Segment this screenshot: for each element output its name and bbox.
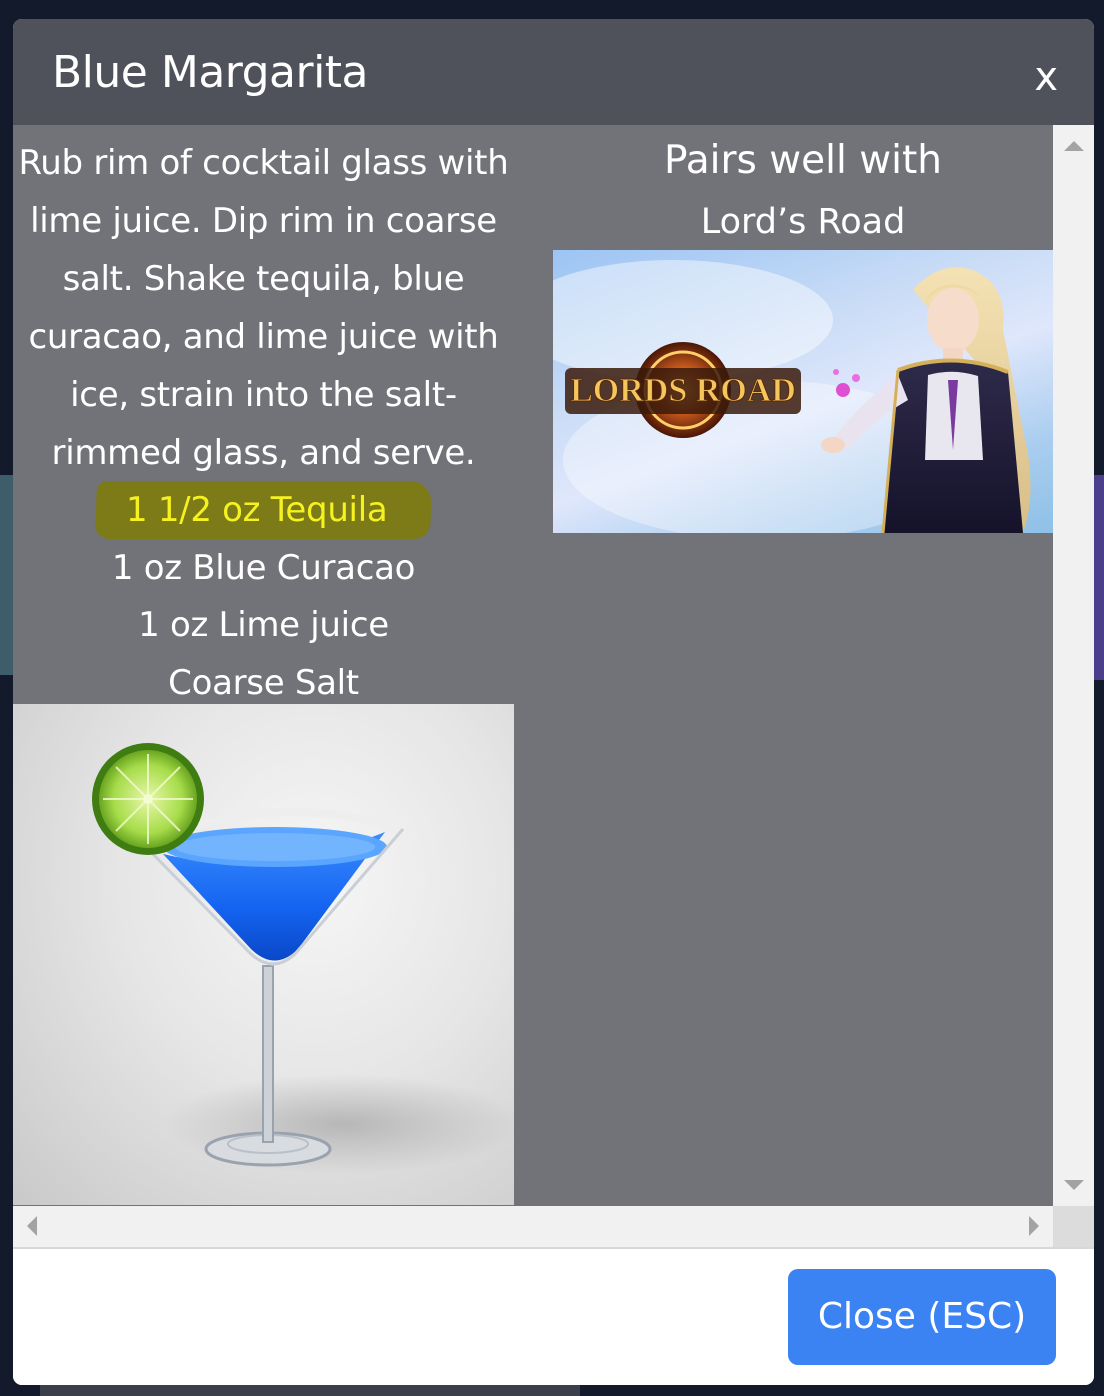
scroll-up-arrow-icon[interactable]	[1064, 141, 1084, 151]
modal-footer: Close (ESC)	[13, 1247, 1094, 1385]
banner-logo-text: LORDS ROAD	[570, 372, 796, 409]
modal-header: Blue Margarita x	[13, 19, 1094, 125]
scroll-left-arrow-icon[interactable]	[27, 1216, 37, 1236]
lords-road-banner: LORDS ROAD	[553, 250, 1053, 533]
modal-body[interactable]: Rub rim of cocktail glass with lime juic…	[13, 125, 1094, 1247]
horizontal-scrollbar[interactable]	[13, 1206, 1053, 1247]
scroll-down-arrow-icon[interactable]	[1064, 1180, 1084, 1190]
lords-road-banner-icon: LORDS ROAD	[553, 260, 1031, 533]
ingredient-item: 1 1/2 oz Tequila	[13, 481, 514, 539]
vertical-scrollbar[interactable]	[1053, 125, 1094, 1206]
cocktail-photo	[13, 704, 514, 1205]
modal-title: Blue Margarita	[52, 47, 369, 98]
pairs-well-with-heading: Pairs well with	[664, 138, 942, 183]
recipe-modal: Blue Margarita x Rub rim of cocktail gla…	[13, 19, 1094, 1385]
ingredient-highlight: 1 1/2 oz Tequila	[94, 481, 433, 539]
ingredient-item: 1 oz Lime juice	[138, 605, 389, 645]
recipe-instructions: Rub rim of cocktail glass with lime juic…	[18, 143, 509, 473]
close-button[interactable]: Close (ESC)	[788, 1269, 1056, 1365]
blue-margarita-cocktail-icon	[92, 743, 514, 1174]
scroll-content: Rub rim of cocktail glass with lime juic…	[13, 125, 1053, 1206]
recipe-column: Rub rim of cocktail glass with lime juic…	[13, 125, 514, 1206]
scrollbar-corner	[1053, 1206, 1094, 1247]
scroll-right-arrow-icon[interactable]	[1029, 1216, 1039, 1236]
close-x-button[interactable]: x	[1034, 55, 1058, 99]
ingredient-item: 1 oz Blue Curacao	[111, 548, 416, 588]
paired-game-name: Lord’s Road	[700, 202, 906, 242]
ingredient-label: 1 1/2 oz Tequila	[125, 490, 388, 530]
backdrop-left-edge	[0, 475, 14, 675]
